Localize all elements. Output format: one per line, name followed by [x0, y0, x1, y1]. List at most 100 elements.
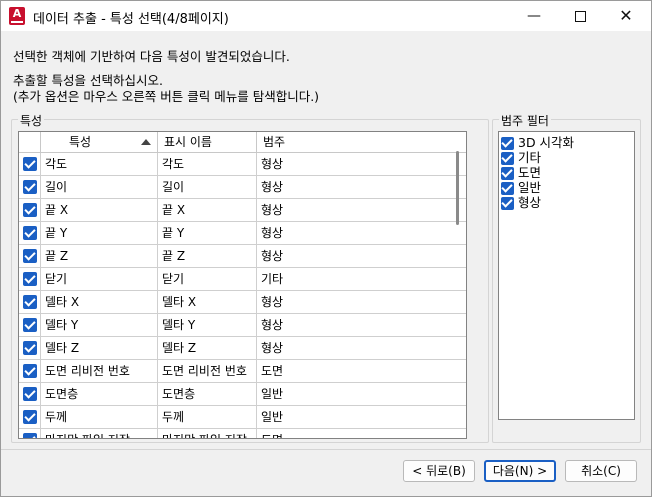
dialog-window: A 데이터 추출 - 특성 선택(4/8페이지) — ✕ 선택한 객체에 기반하…	[0, 0, 652, 497]
sort-ascending-icon	[141, 139, 151, 145]
property-cell: 델타 Y	[41, 314, 158, 336]
instruction-found: 선택한 객체에 기반하여 다음 특성이 발견되었습니다.	[13, 49, 290, 64]
table-row[interactable]: 길이 길이 형상	[19, 176, 466, 199]
row-checkbox-cell	[19, 406, 41, 428]
category-checkbox[interactable]	[501, 167, 514, 180]
display-name-cell[interactable]: 끝 X	[158, 199, 257, 221]
row-checkbox-cell	[19, 314, 41, 336]
property-cell: 델타 Z	[41, 337, 158, 359]
display-name-cell[interactable]: 길이	[158, 176, 257, 198]
properties-group-label: 특성	[18, 112, 45, 129]
category-filter-item[interactable]: 형상	[501, 195, 541, 211]
next-button[interactable]: 다음(N) >	[484, 460, 556, 482]
table-row[interactable]: 끝 X끝 X 형상	[19, 199, 466, 222]
property-cell: 각도	[41, 153, 158, 175]
category-filter-item[interactable]: 3D 시각화	[501, 135, 574, 151]
category-filter-item[interactable]: 일반	[501, 180, 541, 196]
table-row[interactable]: 델타 Z 델타 Z 형상	[19, 337, 466, 360]
category-checkbox[interactable]	[501, 152, 514, 165]
category-filter-item-label: 3D 시각화	[518, 135, 575, 150]
table-row[interactable]: 도면층 도면층 일반	[19, 383, 466, 406]
category-checkbox[interactable]	[501, 137, 514, 150]
row-checkbox[interactable]	[23, 203, 37, 217]
row-checkbox-cell	[19, 337, 41, 359]
row-checkbox[interactable]	[23, 433, 37, 438]
property-cell: 두께	[41, 406, 158, 428]
category-checkbox[interactable]	[501, 197, 514, 210]
category-cell: 일반	[261, 387, 284, 401]
row-checkbox[interactable]	[23, 295, 37, 309]
row-checkbox-cell	[19, 291, 41, 313]
category-cell: 형상	[261, 318, 284, 332]
display-name-cell[interactable]: 마지막 파일 저장...	[158, 429, 257, 438]
grid-header: 특성 표시 이름 범주	[19, 132, 466, 153]
footer-separator	[1, 449, 651, 450]
display-name-cell[interactable]: 두께	[158, 406, 257, 428]
category-filter-list: 3D 시각화 기타 도면 일반 형상	[498, 131, 635, 420]
back-button[interactable]: < 뒤로(B)	[403, 460, 475, 482]
row-checkbox-cell	[19, 153, 41, 175]
minimize-button[interactable]: —	[511, 1, 557, 31]
row-checkbox[interactable]	[23, 180, 37, 194]
table-row[interactable]: 끝 Z끝 Z 형상	[19, 245, 466, 268]
column-header-property-label: 특성	[69, 135, 92, 149]
display-name-cell[interactable]: 닫기	[158, 268, 257, 290]
property-cell: 도면 리비전 번호	[41, 360, 158, 382]
cancel-button[interactable]: 취소(C)	[565, 460, 637, 482]
scroll-thumb[interactable]	[456, 151, 459, 225]
grid-scrollbar[interactable]	[452, 147, 462, 437]
table-row[interactable]: 각도 각도 형상	[19, 153, 466, 176]
display-name-cell[interactable]: 끝 Z	[158, 245, 257, 267]
display-name-cell[interactable]: 도면층	[158, 383, 257, 405]
table-row[interactable]: 닫기 닫기 기타	[19, 268, 466, 291]
display-name-cell[interactable]: 끝 Y	[158, 222, 257, 244]
row-checkbox[interactable]	[23, 341, 37, 355]
display-name-cell[interactable]: 델타 Z	[158, 337, 257, 359]
row-checkbox[interactable]	[23, 387, 37, 401]
category-filter-item-label: 도면	[518, 165, 542, 180]
category-cell: 형상	[261, 295, 284, 309]
maximize-button[interactable]	[557, 1, 603, 31]
close-button[interactable]: ✕	[603, 1, 649, 31]
row-checkbox[interactable]	[23, 272, 37, 286]
table-row[interactable]: 델타 Y 델타 Y 형상	[19, 314, 466, 337]
category-filter-item-label: 형상	[518, 195, 542, 210]
category-cell: 형상	[261, 226, 284, 240]
row-checkbox[interactable]	[23, 249, 37, 263]
category-filter-item[interactable]: 도면	[501, 165, 541, 181]
row-checkbox[interactable]	[23, 410, 37, 424]
display-name-cell[interactable]: 델타 Y	[158, 314, 257, 336]
category-cell: 형상	[261, 180, 284, 194]
display-name-cell[interactable]: 델타 X	[158, 291, 257, 313]
row-checkbox[interactable]	[23, 226, 37, 240]
column-header-display-name[interactable]: 표시 이름	[158, 132, 257, 152]
property-cell: 끝 Y	[41, 222, 158, 244]
property-cell: 도면층	[41, 383, 158, 405]
grid-body: 각도 각도 형상 길이 길이 형상 끝 X끝 X 형상 끝 Y끝 Y 형상 끝 Z끝 Z 형상 닫기 닫기…	[19, 153, 466, 438]
row-checkbox-cell	[19, 176, 41, 198]
category-filter-label: 범주 필터	[499, 112, 551, 129]
table-row[interactable]: 도면 리비전 번호 도면 리비전 번호 도면	[19, 360, 466, 383]
table-row[interactable]: 마지막 파일 저장...마지막 파일 저장...도면	[19, 429, 466, 438]
display-name-cell[interactable]: 도면 리비전 번호	[158, 360, 257, 382]
row-checkbox[interactable]	[23, 364, 37, 378]
table-row[interactable]: 두께 두께 일반	[19, 406, 466, 429]
display-name-cell[interactable]: 각도	[158, 153, 257, 175]
category-filter-item-label: 기타	[518, 150, 542, 165]
category-filter-item[interactable]: 기타	[501, 150, 541, 166]
column-header-property[interactable]: 특성	[41, 132, 158, 152]
category-checkbox[interactable]	[501, 182, 514, 195]
table-row[interactable]: 델타 X 델타 X 형상	[19, 291, 466, 314]
table-row[interactable]: 끝 Y끝 Y 형상	[19, 222, 466, 245]
row-checkbox-cell	[19, 268, 41, 290]
row-checkbox[interactable]	[23, 318, 37, 332]
header-checkbox-column[interactable]	[19, 132, 41, 152]
category-cell: 형상	[261, 341, 284, 355]
row-checkbox[interactable]	[23, 157, 37, 171]
properties-grid[interactable]: 특성 표시 이름 범주 각도 각도 형상 길이 길이 형상 끝 X끝 X 형상 끝 Y끝 Y 형상…	[18, 131, 467, 439]
category-cell: 형상	[261, 157, 284, 171]
category-cell: 형상	[261, 249, 284, 263]
category-cell: 기타	[261, 272, 284, 286]
column-header-category[interactable]: 범주	[257, 132, 466, 152]
title-bar: A 데이터 추출 - 특성 선택(4/8페이지) — ✕	[1, 1, 651, 31]
